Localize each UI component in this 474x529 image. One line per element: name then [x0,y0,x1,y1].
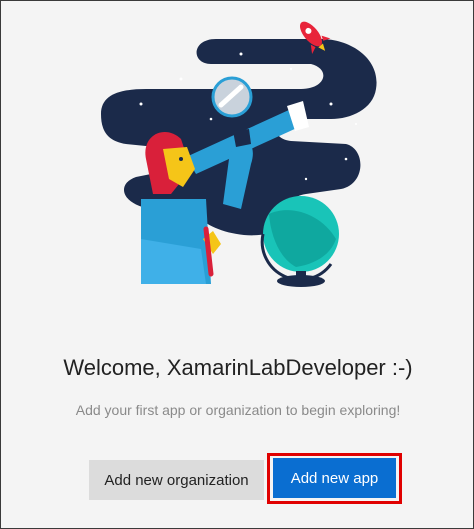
stargazer-illustration [101,21,377,287]
add-new-organization-button[interactable]: Add new organization [89,460,264,500]
welcome-title: Welcome, XamarinLabDeveloper :-) [63,355,413,380]
welcome-panel: Welcome, XamarinLabDeveloper :-) Add you… [0,0,474,529]
add-new-app-button[interactable]: Add new app [273,458,396,498]
welcome-subtitle: Add your first app or organization to be… [75,402,401,418]
